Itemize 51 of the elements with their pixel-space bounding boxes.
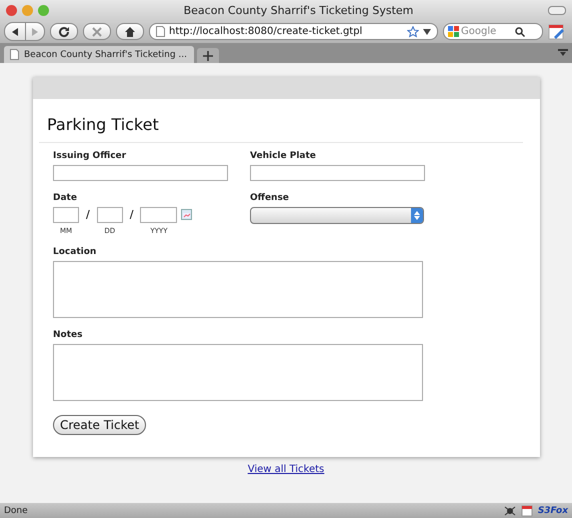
dropdown-icon[interactable]	[423, 28, 431, 34]
view-tickets-link[interactable]: View all Tickets	[248, 464, 324, 475]
dropdown-icon	[558, 49, 568, 57]
search-icon[interactable]	[515, 26, 525, 36]
forward-arrow-icon	[30, 26, 40, 36]
field-label: Location	[53, 247, 96, 257]
stop-button[interactable]	[83, 23, 111, 40]
notepad-icon[interactable]	[520, 504, 533, 516]
date-separator: /	[86, 208, 90, 221]
window-title: Beacon County Sharrif's Ticketing System	[182, 4, 414, 16]
new-tab-button[interactable]	[197, 48, 219, 63]
field-label: Vehicle Plate	[250, 151, 316, 161]
browser-tab[interactable]: Beacon County Sharrif's Ticketing ...	[4, 46, 194, 63]
reload-icon	[58, 26, 70, 38]
text-area[interactable]	[53, 344, 423, 401]
bug-icon[interactable]	[504, 504, 516, 516]
page-icon	[10, 49, 19, 60]
back-arrow-icon	[10, 26, 20, 36]
input-field[interactable]	[96, 207, 123, 223]
date-separator: /	[130, 208, 134, 221]
field-label: Issuing Officer	[53, 151, 126, 161]
tab-list-button[interactable]	[558, 49, 568, 57]
input-field[interactable]	[53, 165, 228, 181]
field-label: Notes	[53, 330, 82, 340]
star-icon[interactable]	[407, 26, 419, 38]
field-label: Date	[53, 193, 77, 203]
updown-arrows-icon	[414, 211, 420, 220]
close-button[interactable]	[6, 4, 17, 16]
input-field[interactable]	[250, 165, 425, 181]
search-field[interactable]: Google	[443, 23, 543, 40]
home-icon	[124, 26, 136, 38]
page-icon	[156, 26, 165, 37]
search-engine-icon[interactable]	[448, 26, 459, 37]
field-label: Offense	[250, 193, 289, 203]
input-field[interactable]	[140, 207, 178, 223]
create-ticket-button[interactable]: Create Ticket	[53, 415, 146, 435]
back-button[interactable]	[4, 22, 26, 41]
close-icon	[92, 26, 102, 36]
form-title: Parking Ticket	[47, 115, 159, 134]
toolbar-toggle-button[interactable]	[548, 6, 566, 14]
addon-label[interactable]: S3Fox	[538, 506, 568, 516]
reload-button[interactable]	[50, 23, 78, 40]
calendar-icon[interactable]	[181, 209, 192, 220]
address-bar[interactable]: http://localhost:8080/create-ticket.gtpl	[149, 23, 438, 40]
status-text: Done	[4, 506, 28, 516]
input-field[interactable]	[53, 207, 79, 223]
zoom-button[interactable]	[38, 4, 49, 16]
plus-icon	[203, 50, 213, 60]
text-area[interactable]	[53, 261, 423, 318]
offense-dropdown[interactable]	[250, 207, 424, 224]
home-button[interactable]	[116, 23, 144, 40]
